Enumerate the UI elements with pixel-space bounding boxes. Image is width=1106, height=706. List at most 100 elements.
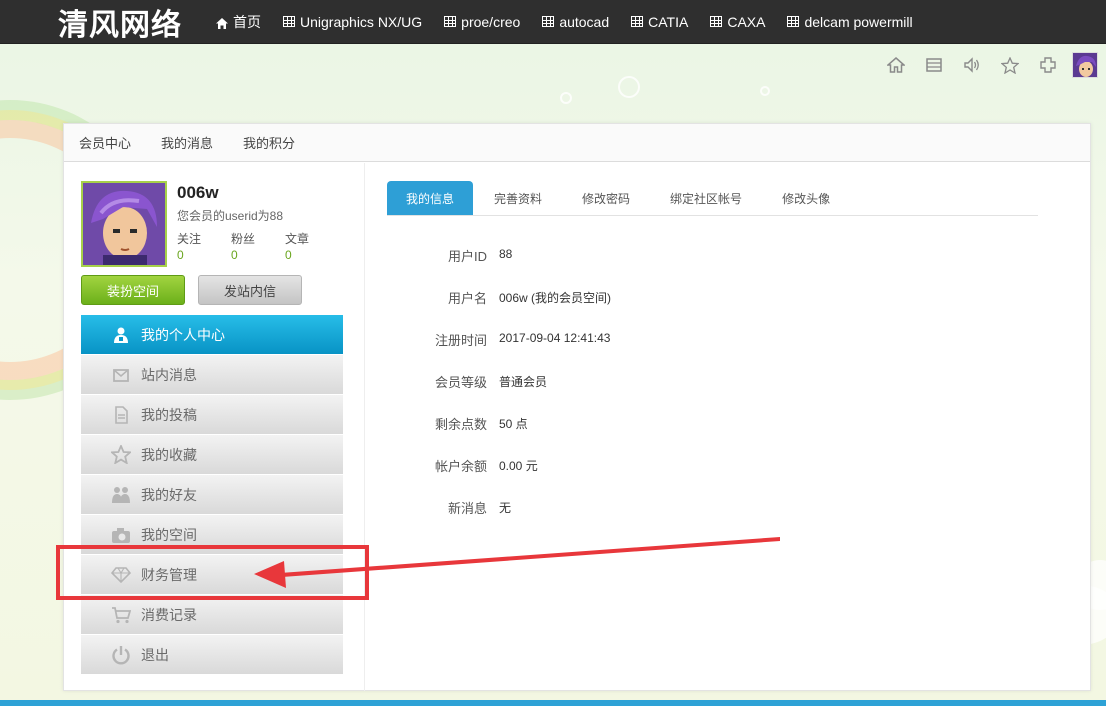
info-label: 用户名	[447, 291, 487, 306]
nav-catia[interactable]: CATIA	[631, 14, 688, 30]
nav-label: CATIA	[648, 13, 689, 30]
info-row-points: 剩余点数 50 点	[387, 414, 611, 456]
user-info-list: 用户ID 88 用户名 006w (我的会员空间) 注册时间 2017-09-0…	[387, 246, 611, 540]
bubble-decoration	[618, 76, 640, 98]
stat-label: 文章	[285, 232, 310, 246]
info-value: 普通会员	[499, 375, 548, 389]
tab-my-info[interactable]: 我的信息	[387, 181, 474, 215]
nav-autocad[interactable]: autocad	[542, 14, 609, 30]
info-label: 新消息	[447, 501, 487, 516]
profile-info: 006w 您会员的userid为88 关注 0 粉丝 0 文章 0	[177, 181, 339, 267]
nav-label: Unigraphics NX/UG	[300, 13, 423, 30]
bottom-accent-bar	[0, 700, 1106, 706]
sidebar-item-favorites[interactable]: 我的收藏	[81, 435, 343, 475]
message-icon	[111, 365, 131, 385]
nav-label: CAXA	[727, 13, 766, 30]
home-icon	[216, 16, 228, 29]
info-row-balance: 帐户余额 0.00 元	[387, 456, 611, 498]
nav-proe-creo[interactable]: proe/creo	[444, 14, 520, 30]
subnav-my-points[interactable]: 我的积分	[243, 133, 295, 152]
grid-icon	[542, 16, 555, 27]
nav-label: 首页	[233, 13, 261, 30]
document-icon	[111, 405, 131, 425]
main-nav: 首页 Unigraphics NX/UG proe/creo autocad C…	[216, 12, 935, 32]
nav-delcam-powermill[interactable]: delcam powermill	[787, 13, 913, 30]
info-row-member-level: 会员等级 普通会员	[387, 372, 611, 414]
puzzle-icon[interactable]	[1038, 55, 1058, 75]
bubble-decoration	[760, 86, 770, 96]
cart-icon	[111, 605, 131, 625]
stat-value: 0	[285, 248, 292, 262]
stat-articles[interactable]: 文章 0	[285, 230, 339, 262]
sidebar-item-label: 消费记录	[141, 606, 197, 623]
stat-label: 关注	[177, 232, 202, 246]
member-center-panel: 会员中心 我的消息 我的积分 006w 您会员的userid为88 关注 0 粉…	[63, 123, 1091, 691]
sidebar-item-label: 站内消息	[141, 366, 197, 383]
stat-followers[interactable]: 粉丝 0	[231, 230, 285, 262]
info-row-new-messages: 新消息 无	[387, 498, 611, 540]
userid-text: 您会员的userid为88	[177, 209, 284, 223]
sidebar-item-personal-center[interactable]: 我的个人中心	[81, 315, 343, 355]
grid-icon	[444, 16, 457, 27]
profile-actions: 装扮空间 发站内信	[81, 275, 344, 305]
sidebar-item-label: 我的空间	[141, 526, 197, 543]
info-row-userid: 用户ID 88	[387, 246, 611, 288]
nav-label: proe/creo	[461, 13, 521, 30]
info-value: 无	[499, 501, 512, 515]
member-subnav: 会员中心 我的消息 我的积分	[64, 124, 1090, 162]
nav-caxa[interactable]: CAXA	[710, 14, 765, 30]
stat-following[interactable]: 关注 0	[177, 230, 231, 262]
send-message-button[interactable]: 发站内信	[198, 275, 302, 305]
site-logo[interactable]: 清风网络	[58, 0, 216, 44]
info-label: 帐户余额	[434, 459, 487, 474]
star-icon[interactable]	[1000, 55, 1020, 75]
sidebar-menu: 我的个人中心 站内消息 我的投稿 我的收藏 我的好友 我的空间 财务管理 消费记…	[81, 315, 343, 675]
sidebar-item-messages[interactable]: 站内消息	[81, 355, 343, 395]
sidebar-item-friends[interactable]: 我的好友	[81, 475, 343, 515]
info-value: 50 点	[499, 417, 528, 431]
info-value: 2017-09-04 12:41:43	[499, 331, 611, 345]
sidebar-item-spending-records[interactable]: 消费记录	[81, 595, 343, 635]
stat-value: 0	[231, 248, 238, 262]
subnav-member-center[interactable]: 会员中心	[79, 133, 131, 152]
profile-card: 006w 您会员的userid为88 关注 0 粉丝 0 文章 0	[81, 181, 344, 267]
avatar[interactable]	[81, 181, 167, 267]
avatar[interactable]	[1072, 52, 1098, 78]
home-icon[interactable]	[886, 55, 906, 75]
info-row-username: 用户名 006w (我的会员空间)	[387, 288, 611, 330]
nav-home[interactable]: 首页	[216, 12, 261, 32]
info-value: 88	[499, 247, 513, 261]
info-label: 用户ID	[447, 249, 487, 264]
nav-unigraphics[interactable]: Unigraphics NX/UG	[283, 14, 422, 30]
friends-icon	[111, 485, 131, 505]
sidebar-item-logout[interactable]: 退出	[81, 635, 343, 675]
info-value[interactable]: 006w (我的会员空间)	[499, 288, 611, 306]
tab-change-password[interactable]: 修改密码	[563, 181, 649, 215]
mail-icon[interactable]	[924, 55, 944, 75]
decorate-space-button[interactable]: 装扮空间	[81, 275, 185, 305]
annotation-highlight-box	[56, 545, 369, 600]
nav-label: delcam powermill	[804, 13, 913, 30]
stat-label: 粉丝	[231, 232, 256, 246]
grid-icon	[631, 16, 644, 27]
tab-bind-community[interactable]: 绑定社区帐号	[651, 181, 761, 215]
tab-change-avatar[interactable]: 修改头像	[763, 181, 849, 215]
sidebar-item-submissions[interactable]: 我的投稿	[81, 395, 343, 435]
sidebar-item-label: 退出	[141, 646, 169, 663]
stat-value: 0	[177, 248, 184, 262]
camera-icon	[111, 525, 131, 545]
top-navigation-bar: 清风网络 首页 Unigraphics NX/UG proe/creo auto…	[0, 0, 1106, 44]
info-label: 会员等级	[434, 375, 487, 390]
left-sidebar: 006w 您会员的userid为88 关注 0 粉丝 0 文章 0 装扮空间 发…	[81, 181, 344, 675]
profile-tabs: 我的信息 完善资料 修改密码 绑定社区帐号 修改头像	[387, 180, 1038, 216]
speaker-icon[interactable]	[962, 55, 982, 75]
tab-complete-profile[interactable]: 完善资料	[475, 181, 561, 215]
sidebar-item-label: 我的个人中心	[141, 326, 225, 343]
grid-icon	[710, 16, 723, 27]
grid-icon	[283, 16, 295, 27]
info-value: 0.00 元	[499, 459, 538, 473]
user-toolbar	[868, 52, 1098, 78]
subnav-my-messages[interactable]: 我的消息	[161, 133, 213, 152]
bubble-decoration	[560, 92, 572, 104]
sidebar-item-label: 我的好友	[141, 486, 197, 503]
